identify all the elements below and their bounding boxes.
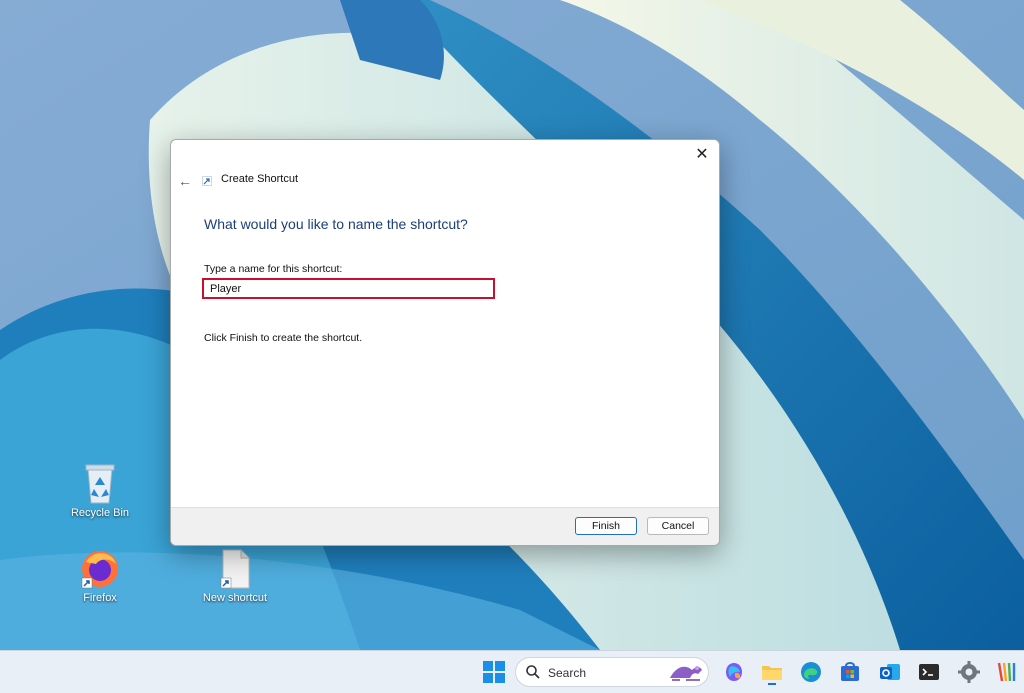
finish-instruction: Click Finish to create the shortcut. <box>204 332 363 344</box>
taskbar: Search <box>0 650 1024 693</box>
desktop-icon-firefox[interactable]: Firefox <box>55 548 145 604</box>
edge-icon[interactable] <box>798 659 824 685</box>
file-explorer-icon[interactable] <box>759 659 785 685</box>
store-icon[interactable] <box>837 659 863 685</box>
finish-button[interactable]: Finish <box>575 517 637 535</box>
dialog-title: Create Shortcut <box>221 173 299 185</box>
shortcut-name-label: Type a name for this shortcut: <box>204 263 343 275</box>
desktop-icon-recycle-bin[interactable]: Recycle Bin <box>55 461 145 519</box>
close-button[interactable]: ✕ <box>691 144 713 166</box>
back-button[interactable]: ← <box>175 171 195 191</box>
paint-icon[interactable] <box>995 659 1021 685</box>
search-icon <box>526 665 540 679</box>
cancel-button[interactable]: Cancel <box>647 517 709 535</box>
search-placeholder: Search <box>548 666 587 680</box>
shortcut-file-icon <box>220 549 250 589</box>
desktop-icon-label: New shortcut <box>202 592 268 604</box>
search-highlight-icon <box>670 666 702 681</box>
desktop-icon-new-shortcut[interactable]: New shortcut <box>190 548 280 604</box>
taskbar-search[interactable]: Search <box>515 657 709 687</box>
dialog-heading: What would you like to name the shortcut… <box>204 216 468 232</box>
copilot-icon[interactable] <box>721 659 747 685</box>
outlook-icon[interactable] <box>877 659 903 685</box>
desktop-icon-label: Recycle Bin <box>70 507 130 519</box>
recycle-bin-icon <box>85 464 115 504</box>
shortcut-name-input[interactable] <box>202 278 495 299</box>
start-icon[interactable] <box>481 659 507 685</box>
firefox-icon <box>81 551 118 589</box>
dialog-footer: Finish Cancel <box>171 507 719 545</box>
desktop-icon-label: Firefox <box>83 592 117 604</box>
terminal-icon[interactable] <box>916 659 942 685</box>
create-shortcut-dialog: ✕ ← Create Shortcut What would you like … <box>170 139 720 546</box>
settings-icon[interactable] <box>956 659 982 685</box>
shortcut-wizard-icon <box>202 176 212 186</box>
